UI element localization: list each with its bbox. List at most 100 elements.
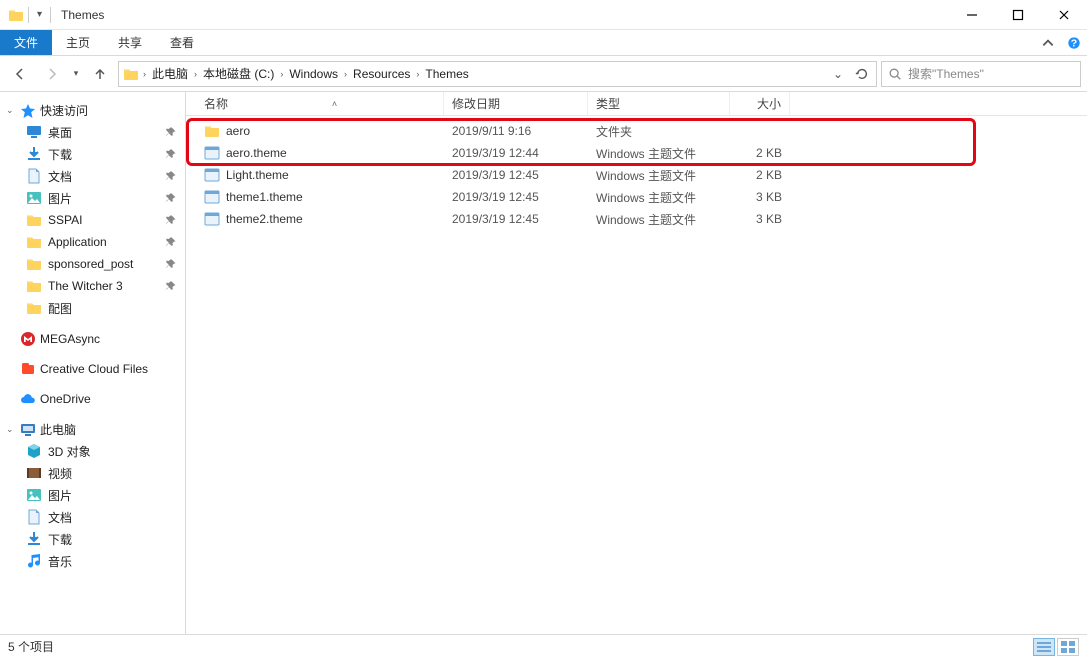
sidebar-item[interactable]: 图片 (0, 187, 185, 209)
sidebar-item-label: Application (48, 235, 107, 249)
breadcrumb-seg[interactable]: 此电脑 (148, 65, 192, 82)
pin-icon (165, 148, 177, 160)
tab-home[interactable]: 主页 (52, 30, 104, 55)
sidebar-item[interactable]: 图片 (0, 484, 185, 506)
file-row[interactable]: theme2.theme2019/3/19 12:45Windows 主题文件3… (186, 208, 1087, 230)
sidebar-megasync[interactable]: MEGAsync (0, 329, 185, 349)
sidebar-item[interactable]: The Witcher 3 (0, 275, 185, 297)
theme-icon (204, 211, 220, 227)
sidebar-item[interactable]: 视频 (0, 462, 185, 484)
folder-icon (26, 212, 42, 228)
sidebar-item[interactable]: 配图 (0, 297, 185, 319)
sidebar-item[interactable]: Application (0, 231, 185, 253)
file-size: 3 KB (730, 190, 790, 204)
file-name: theme2.theme (226, 212, 303, 226)
file-size: 3 KB (730, 212, 790, 226)
col-size[interactable]: 大小 (730, 92, 790, 115)
col-type[interactable]: 类型 (588, 92, 730, 115)
doc-icon (26, 509, 42, 525)
file-type: Windows 主题文件 (588, 167, 730, 184)
sidebar-item[interactable]: 文档 (0, 506, 185, 528)
tab-view[interactable]: 查看 (156, 30, 208, 55)
divider (50, 7, 51, 23)
cloud-icon (20, 391, 36, 407)
tab-share[interactable]: 共享 (104, 30, 156, 55)
sidebar-item-label: The Witcher 3 (48, 279, 123, 293)
breadcrumb-seg[interactable]: Resources (349, 67, 414, 81)
tab-file[interactable]: 文件 (0, 30, 52, 55)
sidebar-item[interactable]: SSPAI (0, 209, 185, 231)
theme-icon (204, 167, 220, 183)
sidebar-item[interactable]: sponsored_post (0, 253, 185, 275)
nav-pane: ⌄ 快速访问 桌面下载文档图片SSPAIApplicationsponsored… (0, 92, 186, 634)
file-row[interactable]: Light.theme2019/3/19 12:45Windows 主题文件2 … (186, 164, 1087, 186)
sidebar-creative-cloud[interactable]: Creative Cloud Files (0, 359, 185, 379)
breadcrumb-seg[interactable]: Themes (421, 67, 472, 81)
pin-icon (165, 192, 177, 204)
file-date: 2019/9/11 9:16 (444, 124, 588, 138)
chevron-right-icon[interactable]: › (414, 69, 421, 79)
pin-icon (165, 170, 177, 182)
address-bar[interactable]: › 此电脑 › 本地磁盘 (C:) › Windows › Resources … (118, 61, 877, 87)
file-row[interactable]: aero.theme2019/3/19 12:44Windows 主题文件2 K… (186, 142, 1087, 164)
sidebar-item-label: 图片 (48, 487, 72, 504)
view-large-button[interactable] (1057, 638, 1079, 656)
expand-icon[interactable]: ⌄ (6, 105, 16, 116)
chevron-right-icon[interactable]: › (192, 69, 199, 79)
close-button[interactable] (1041, 0, 1087, 30)
titlebar: ▾ Themes (0, 0, 1087, 30)
sidebar-this-pc[interactable]: ⌄ 此电脑 (0, 419, 185, 440)
minimize-button[interactable] (949, 0, 995, 30)
col-name[interactable]: 名称 ˄ (196, 92, 444, 115)
folder-icon (26, 300, 42, 316)
sidebar-item[interactable]: 3D 对象 (0, 440, 185, 462)
forward-button[interactable] (38, 60, 66, 88)
pin-icon (165, 236, 177, 248)
sidebar-item[interactable]: 文档 (0, 165, 185, 187)
column-headers: 名称 ˄ 修改日期 类型 大小 (186, 92, 1087, 116)
sidebar-item[interactable]: 下载 (0, 528, 185, 550)
divider (28, 7, 29, 23)
file-name: theme1.theme (226, 190, 303, 204)
sidebar-item-label: 下载 (48, 531, 72, 548)
file-size: 2 KB (730, 168, 790, 182)
qat-dropdown-icon[interactable]: ▾ (37, 9, 42, 20)
up-button[interactable] (86, 60, 114, 88)
folder-icon (26, 256, 42, 272)
file-row[interactable]: aero2019/9/11 9:16文件夹 (186, 120, 1087, 142)
sidebar-item-label: 视频 (48, 465, 72, 482)
item-count: 5 个项目 (8, 638, 54, 655)
search-icon (888, 67, 902, 81)
help-icon[interactable] (1061, 30, 1087, 55)
breadcrumb-seg[interactable]: 本地磁盘 (C:) (199, 65, 278, 82)
breadcrumb-seg[interactable]: Windows (285, 67, 342, 81)
folder-icon (121, 66, 141, 82)
file-row[interactable]: theme1.theme2019/3/19 12:45Windows 主题文件3… (186, 186, 1087, 208)
refresh-button[interactable] (850, 62, 874, 86)
sort-asc-icon: ˄ (332, 99, 337, 109)
chevron-right-icon[interactable]: › (342, 69, 349, 79)
maximize-button[interactable] (995, 0, 1041, 30)
sidebar-item[interactable]: 下载 (0, 143, 185, 165)
chevron-right-icon[interactable]: › (141, 69, 148, 79)
folder-icon (204, 123, 220, 139)
sidebar-item-label: 配图 (48, 300, 72, 317)
sidebar-item-label: 图片 (48, 190, 72, 207)
back-button[interactable] (6, 60, 34, 88)
search-input[interactable]: 搜索"Themes" (881, 61, 1081, 87)
expand-icon[interactable]: ⌄ (6, 424, 16, 435)
nav-bar: ▾ › 此电脑 › 本地磁盘 (C:) › Windows › Resource… (0, 56, 1087, 92)
pin-icon (165, 258, 177, 270)
sidebar-item[interactable]: 音乐 (0, 550, 185, 572)
sidebar-item[interactable]: 桌面 (0, 121, 185, 143)
ribbon-collapse-icon[interactable] (1035, 30, 1061, 55)
view-details-button[interactable] (1033, 638, 1055, 656)
chevron-right-icon[interactable]: › (278, 69, 285, 79)
sidebar-quick-access[interactable]: ⌄ 快速访问 (0, 100, 185, 121)
sidebar-onedrive[interactable]: OneDrive (0, 389, 185, 409)
col-date[interactable]: 修改日期 (444, 92, 588, 115)
history-dropdown-icon[interactable]: ▾ (70, 68, 82, 79)
pin-icon (165, 214, 177, 226)
address-dropdown-icon[interactable]: ⌄ (826, 62, 850, 86)
sidebar-item-label: 音乐 (48, 553, 72, 570)
